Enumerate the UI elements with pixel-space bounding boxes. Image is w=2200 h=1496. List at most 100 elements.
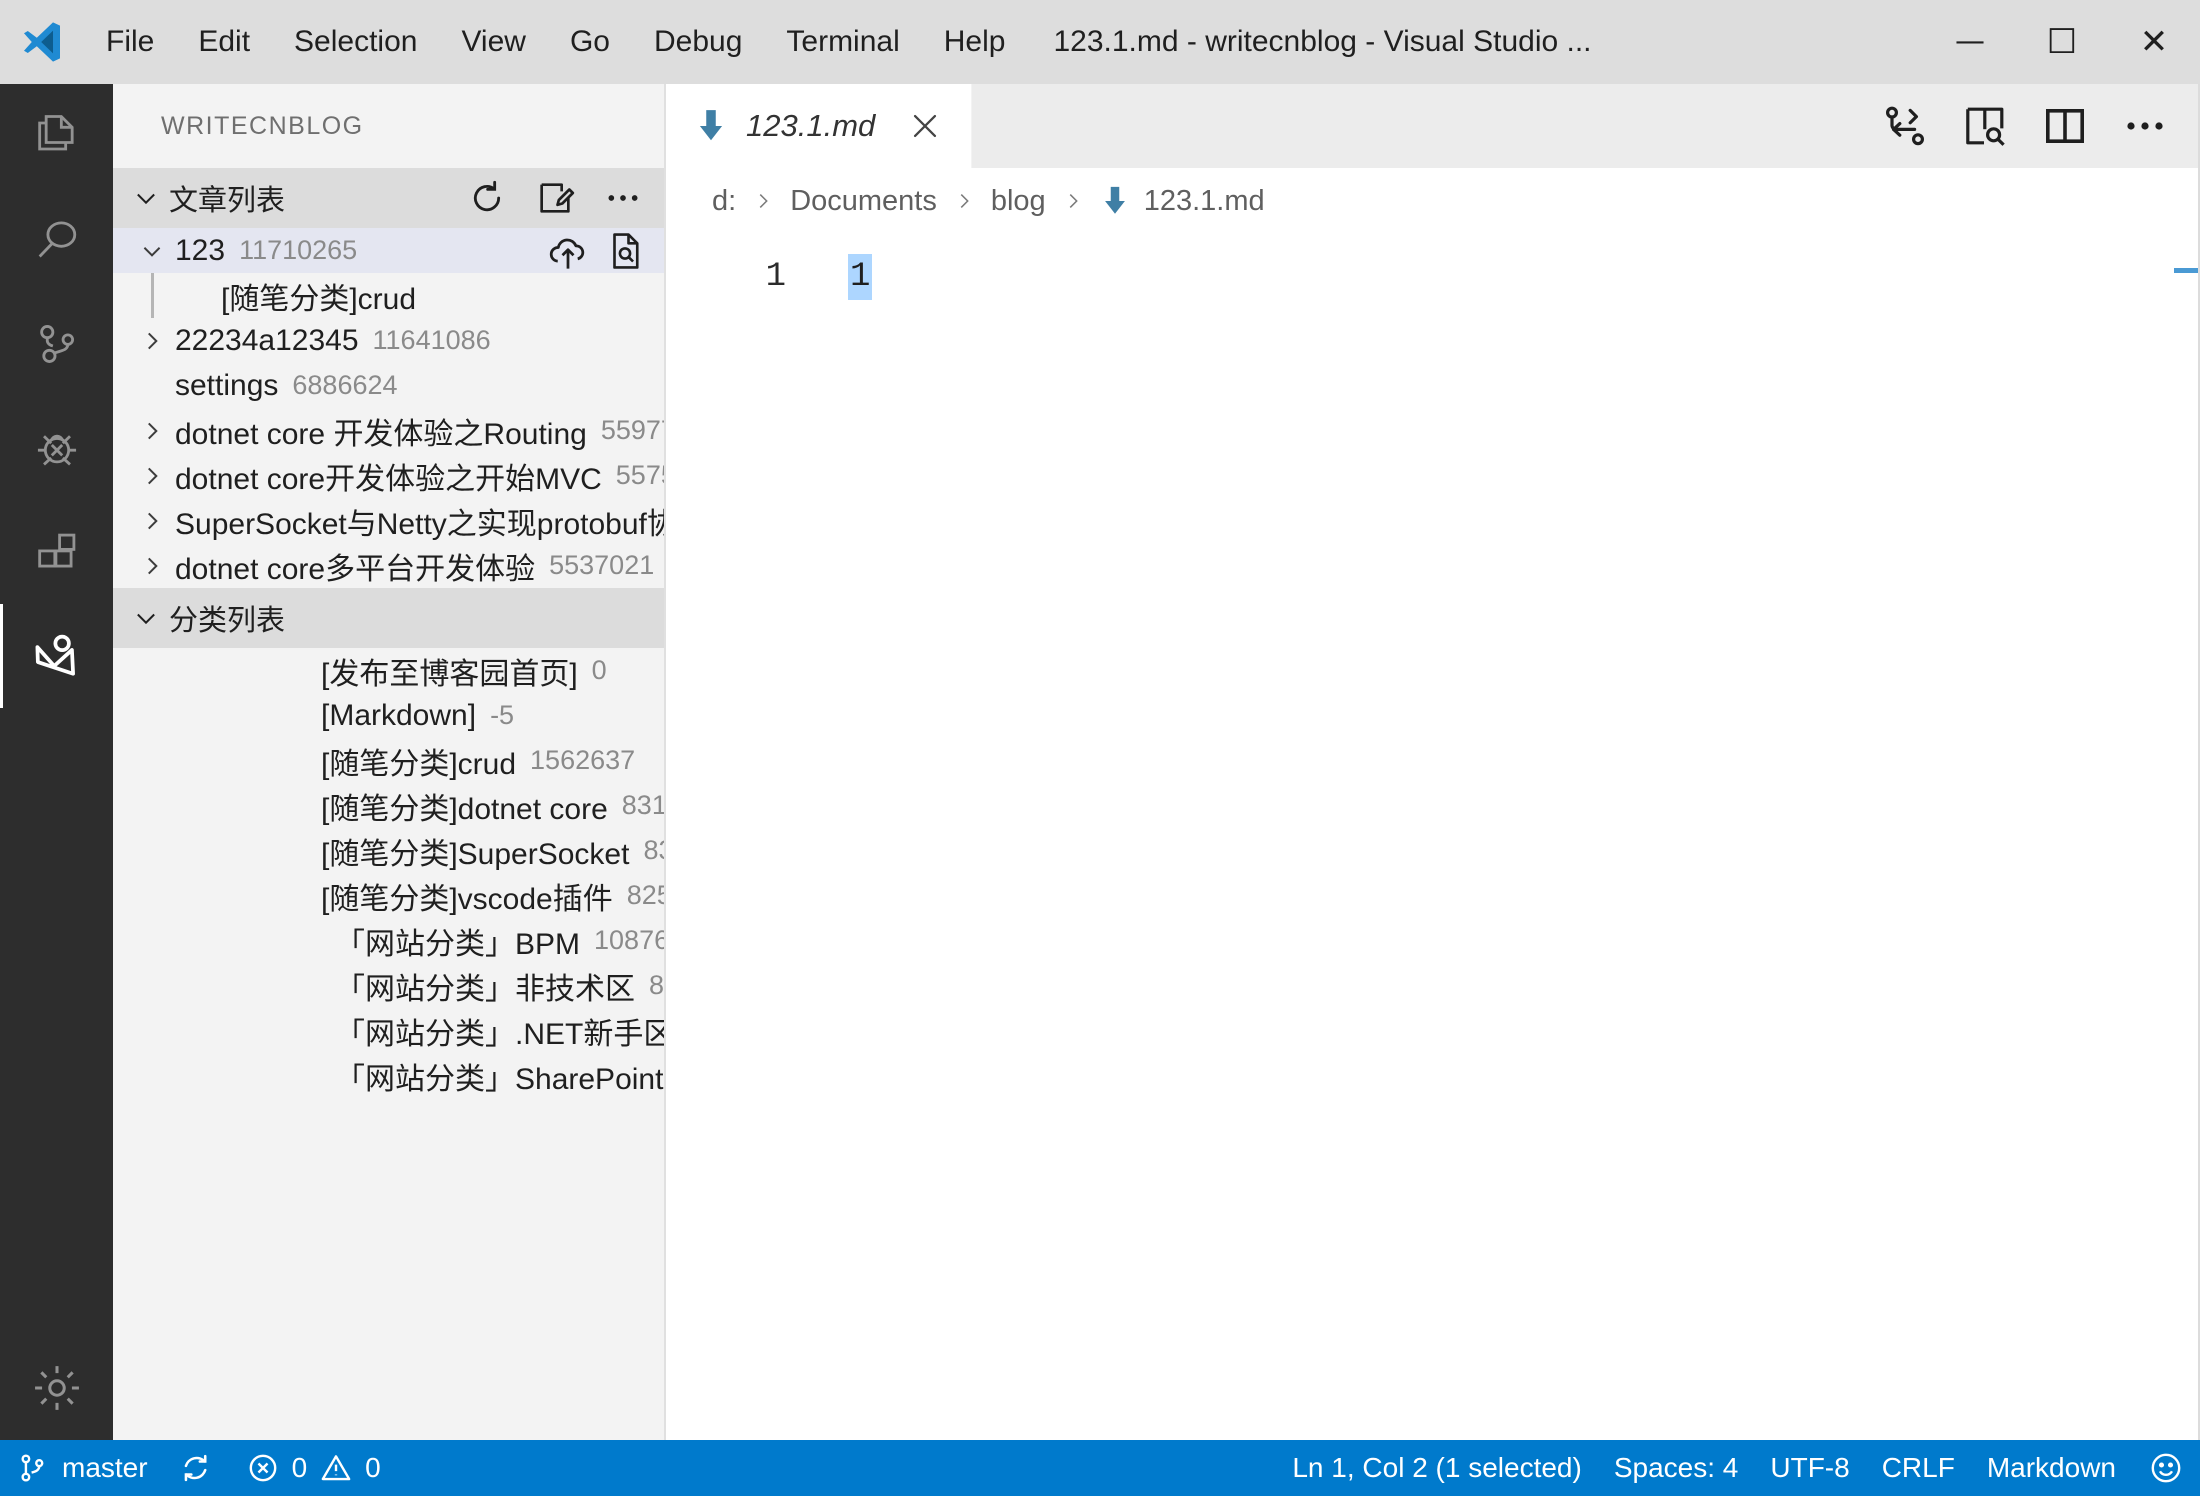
editor-more-actions-button[interactable] bbox=[2120, 101, 2170, 151]
window-title: 123.1.md - writecnblog - Visual Studio .… bbox=[1053, 25, 1592, 58]
section-header-category-list[interactable]: 分类列表 bbox=[113, 588, 666, 648]
overview-ruler-cursor-mark bbox=[2174, 268, 2198, 273]
sync-icon bbox=[180, 1451, 214, 1485]
maximize-icon: ☐ bbox=[2046, 22, 2078, 62]
minimize-button[interactable]: — bbox=[1924, 0, 2016, 84]
article-row-multiplatform[interactable]: dotnet core多平台开发体验 5537021 bbox=[113, 543, 666, 588]
category-label: [随笔分类]dotnet core bbox=[321, 792, 608, 826]
category-row[interactable]: [发布至博客园首页] 0 bbox=[113, 648, 666, 693]
article-row-mvc[interactable]: dotnet core开发体验之开始MVC 55751... bbox=[113, 453, 666, 498]
category-label: 「网站分类」SharePoint bbox=[335, 1062, 664, 1096]
menu-edit[interactable]: Edit bbox=[176, 0, 272, 84]
activity-settings-button[interactable] bbox=[0, 1336, 113, 1440]
menu-selection[interactable]: Selection bbox=[272, 0, 439, 84]
split-editor-button[interactable] bbox=[2040, 101, 2090, 151]
cnblogs-icon bbox=[29, 628, 85, 684]
section-header-article-list[interactable]: 文章列表 bbox=[113, 168, 666, 228]
chevron-right-icon[interactable] bbox=[129, 418, 175, 444]
category-row[interactable]: 「网站分类」BPM 108761 bbox=[113, 918, 666, 963]
tab-123-1-md[interactable]: 123.1.md bbox=[666, 84, 973, 168]
maximize-button[interactable]: ☐ bbox=[2016, 0, 2108, 84]
status-cursor-position[interactable]: Ln 1, Col 2 (1 selected) bbox=[1276, 1440, 1598, 1496]
source-control-icon bbox=[31, 318, 83, 370]
article-child-row-crud[interactable]: [随笔分类]crud bbox=[113, 273, 666, 318]
category-row[interactable]: [随笔分类]dotnet core 831506 bbox=[113, 783, 666, 828]
breadcrumb-item-blog[interactable]: blog bbox=[991, 185, 1046, 218]
refresh-articles-button[interactable] bbox=[466, 177, 508, 219]
status-indentation[interactable]: Spaces: 4 bbox=[1598, 1440, 1755, 1496]
category-row[interactable]: [随笔分类]SuperSocket 837695 bbox=[113, 828, 666, 873]
article-row-supersocket-netty[interactable]: SuperSocket与Netty之实现protobuf协... bbox=[113, 498, 666, 543]
category-label: 「网站分类」非技术区 bbox=[335, 972, 635, 1006]
category-row[interactable]: [Markdown] -5 bbox=[113, 693, 666, 738]
article-row-routing[interactable]: dotnet core 开发体验之Routing 5597775 bbox=[113, 408, 666, 453]
open-changes-button[interactable] bbox=[1880, 101, 1930, 151]
chevron-down-icon bbox=[129, 601, 163, 635]
article-row-123[interactable]: 123 11710265 bbox=[113, 228, 666, 273]
breadcrumb[interactable]: d: Documents blog 123.1.md bbox=[666, 168, 2200, 234]
category-count: 831506 bbox=[621, 790, 666, 820]
tab-close-icon[interactable] bbox=[905, 106, 945, 146]
breadcrumb-item-drive[interactable]: d: bbox=[712, 185, 736, 218]
activity-extensions-button[interactable] bbox=[0, 500, 113, 604]
status-problems[interactable]: 0 0 bbox=[230, 1440, 397, 1496]
section-label-category-list: 分类列表 bbox=[169, 605, 286, 637]
editor-title-actions[interactable] bbox=[1880, 84, 2200, 168]
activity-debug-button[interactable] bbox=[0, 396, 113, 500]
code-editor[interactable]: 1 1 bbox=[666, 234, 2200, 1440]
activity-explorer-button[interactable] bbox=[0, 84, 113, 188]
section-actions-article-list[interactable] bbox=[466, 168, 644, 228]
menu-file[interactable]: File bbox=[84, 0, 176, 84]
chevron-right-icon[interactable] bbox=[129, 508, 175, 534]
selected-text[interactable]: 1 bbox=[848, 254, 873, 300]
chevron-right-icon[interactable] bbox=[129, 463, 175, 489]
window-controls[interactable]: — ☐ ✕ bbox=[1924, 0, 2200, 84]
sidebar-title: WRITECNBLOG bbox=[161, 111, 364, 140]
status-eol[interactable]: CRLF bbox=[1866, 1440, 1971, 1496]
article-row-hover-actions[interactable] bbox=[546, 228, 646, 273]
new-article-button[interactable] bbox=[534, 177, 576, 219]
document-search-icon[interactable] bbox=[604, 230, 646, 272]
article-label: settings bbox=[175, 368, 279, 402]
article-row-22234a12345[interactable]: 22234a12345 11641086 bbox=[113, 318, 666, 363]
code-line-1[interactable]: 1 bbox=[848, 248, 2200, 306]
article-id: 11641086 bbox=[372, 325, 491, 355]
status-feedback-smiley[interactable] bbox=[2132, 1440, 2200, 1496]
article-list-more-button[interactable] bbox=[602, 177, 644, 219]
category-row[interactable]: 「网站分类」.NET新手区 18156 bbox=[113, 1008, 666, 1053]
breadcrumb-item-documents[interactable]: Documents bbox=[790, 185, 937, 218]
status-encoding[interactable]: UTF-8 bbox=[1754, 1440, 1865, 1496]
status-sync[interactable] bbox=[164, 1440, 230, 1496]
menu-go[interactable]: Go bbox=[548, 0, 632, 84]
menu-help[interactable]: Help bbox=[922, 0, 1028, 84]
overview-ruler[interactable] bbox=[2172, 234, 2200, 1440]
chevron-down-icon[interactable] bbox=[129, 238, 175, 264]
category-row[interactable]: 「网站分类」非技术区 807 bbox=[113, 963, 666, 1008]
cloud-upload-icon[interactable] bbox=[546, 229, 590, 273]
code-content[interactable]: 1 bbox=[806, 234, 2200, 1440]
category-label: 「网站分类」BPM bbox=[335, 927, 581, 961]
category-row[interactable]: [随笔分类]crud 1562637 bbox=[113, 738, 666, 783]
article-row-settings[interactable]: settings 6886624 bbox=[113, 363, 666, 408]
article-tree: 123 11710265 [随笔分类]crud 22234a12345 1164… bbox=[113, 228, 666, 588]
activity-cnblogs-button[interactable] bbox=[0, 604, 113, 708]
category-row[interactable]: 「网站分类」SharePoint 78111 bbox=[113, 1053, 666, 1098]
line-number: 1 bbox=[765, 258, 786, 296]
activity-source-control-button[interactable] bbox=[0, 292, 113, 396]
open-preview-to-side-button[interactable] bbox=[1960, 101, 2010, 151]
debug-icon bbox=[31, 422, 83, 474]
menu-view[interactable]: View bbox=[439, 0, 547, 84]
chevron-right-icon[interactable] bbox=[129, 328, 175, 354]
close-window-button[interactable]: ✕ bbox=[2108, 0, 2200, 84]
category-row[interactable]: [随笔分类]vscode插件 825797 bbox=[113, 873, 666, 918]
chevron-right-icon[interactable] bbox=[129, 553, 175, 579]
sidebar: WRITECNBLOG 文章列表 123 11710265 [随笔分类]crud… bbox=[113, 84, 666, 1440]
status-language-mode[interactable]: Markdown bbox=[1971, 1440, 2132, 1496]
menu-bar[interactable]: File Edit Selection View Go Debug Termin… bbox=[84, 0, 1027, 84]
menu-terminal[interactable]: Terminal bbox=[764, 0, 921, 84]
activity-search-button[interactable] bbox=[0, 188, 113, 292]
menu-debug[interactable]: Debug bbox=[632, 0, 764, 84]
status-branch[interactable]: master bbox=[0, 1440, 164, 1496]
activity-bar bbox=[0, 84, 113, 1440]
breadcrumb-item-file[interactable]: 123.1.md bbox=[1100, 184, 1265, 218]
